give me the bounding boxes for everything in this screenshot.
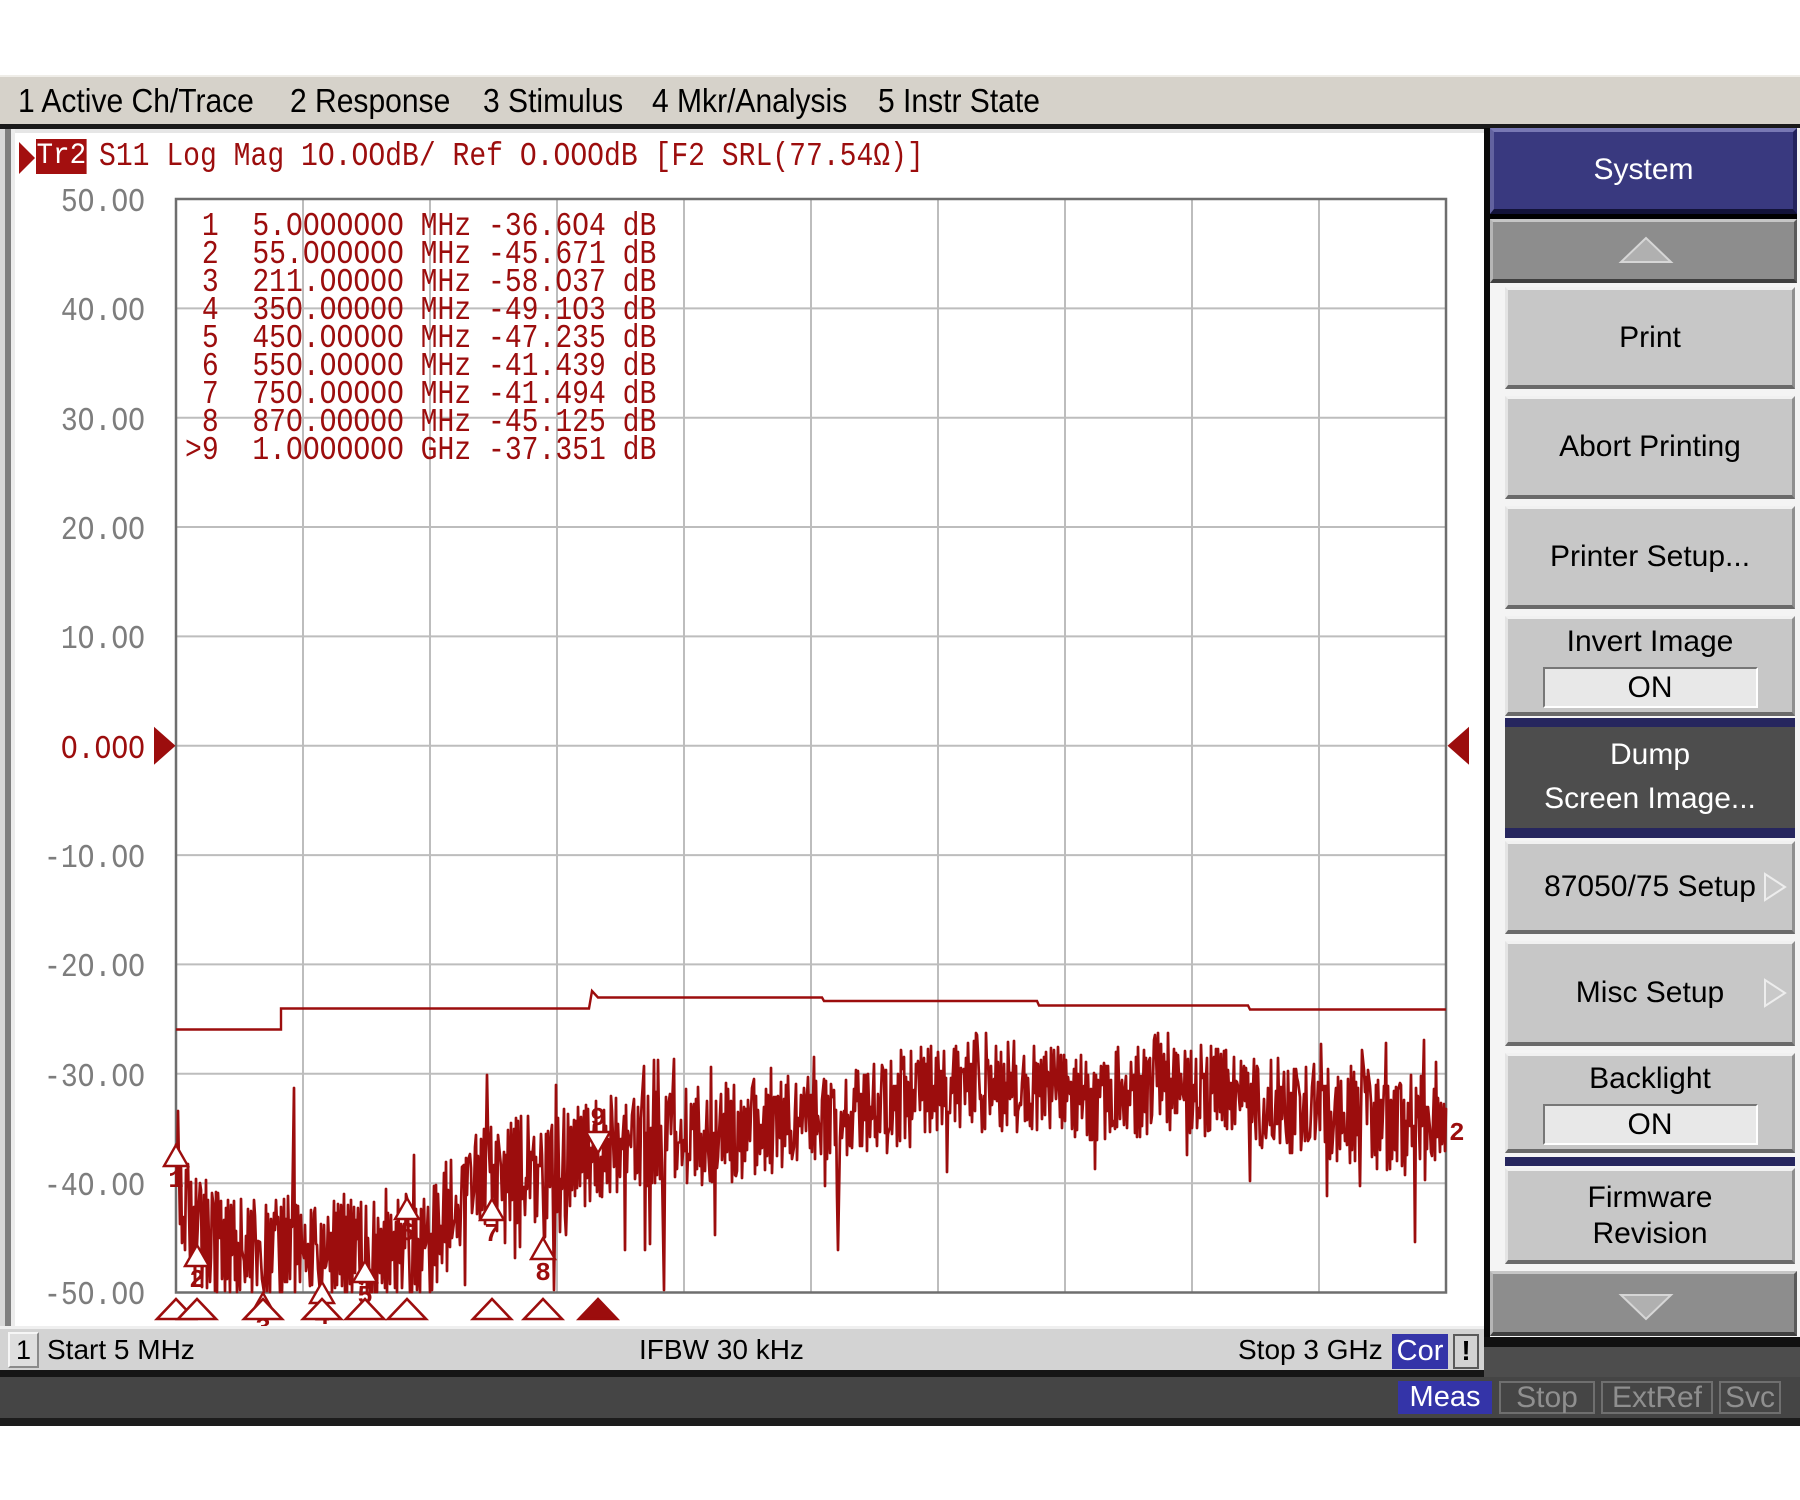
svg-text:2: 2 [1449, 1118, 1465, 1148]
svg-text:6: 6 [399, 1218, 415, 1248]
svg-text:2: 2 [189, 1265, 205, 1295]
svg-text:9: 9 [590, 1103, 606, 1133]
svg-text:8: 8 [535, 1258, 551, 1288]
svg-text:7: 7 [484, 1219, 500, 1249]
svg-text:1: 1 [168, 1165, 184, 1195]
